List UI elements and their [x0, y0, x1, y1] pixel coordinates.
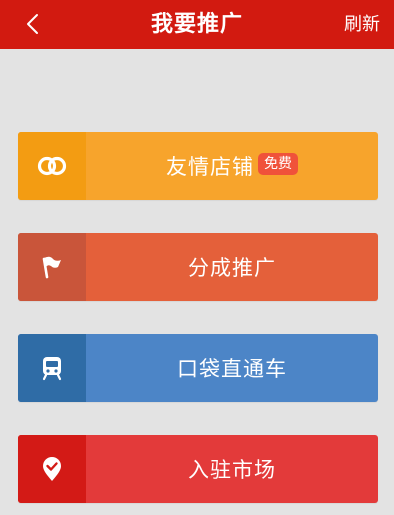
menu-item-icon-box — [18, 233, 86, 301]
location-check-icon — [43, 457, 61, 481]
menu-item-icon-box — [18, 132, 86, 200]
menu-item-pocket-express[interactable]: 口袋直通车 — [18, 334, 378, 402]
page-title: 我要推广 — [150, 12, 243, 37]
menu-item-icon-box — [18, 435, 86, 503]
menu-item-join-market[interactable]: 入驻市场 — [18, 435, 378, 503]
menu-item-label: 入驻市场 — [188, 458, 276, 482]
menu-item-friend-shops[interactable]: 友情店铺 免费 — [18, 132, 378, 200]
menu-item-label-area: 友情店铺 免费 — [86, 132, 378, 200]
menu-item-label: 分成推广 — [188, 256, 276, 280]
menu-item-revenue-share[interactable]: 分成推广 — [18, 233, 378, 301]
rings-icon — [37, 156, 67, 176]
top-navigation-bar: 我要推广 刷新 — [0, 0, 394, 49]
flag-icon — [42, 256, 61, 279]
menu-item-icon-box — [18, 334, 86, 402]
menu-item-label-area: 分成推广 — [86, 233, 378, 301]
menu-item-label-area: 口袋直通车 — [86, 334, 378, 402]
free-badge: 免费 — [258, 153, 298, 175]
menu-item-label: 友情店铺 — [166, 155, 254, 179]
menu-item-label-area: 入驻市场 — [86, 435, 378, 503]
menu-item-label: 口袋直通车 — [177, 357, 287, 381]
train-icon — [42, 357, 62, 381]
refresh-button[interactable]: 刷新 — [344, 0, 380, 49]
